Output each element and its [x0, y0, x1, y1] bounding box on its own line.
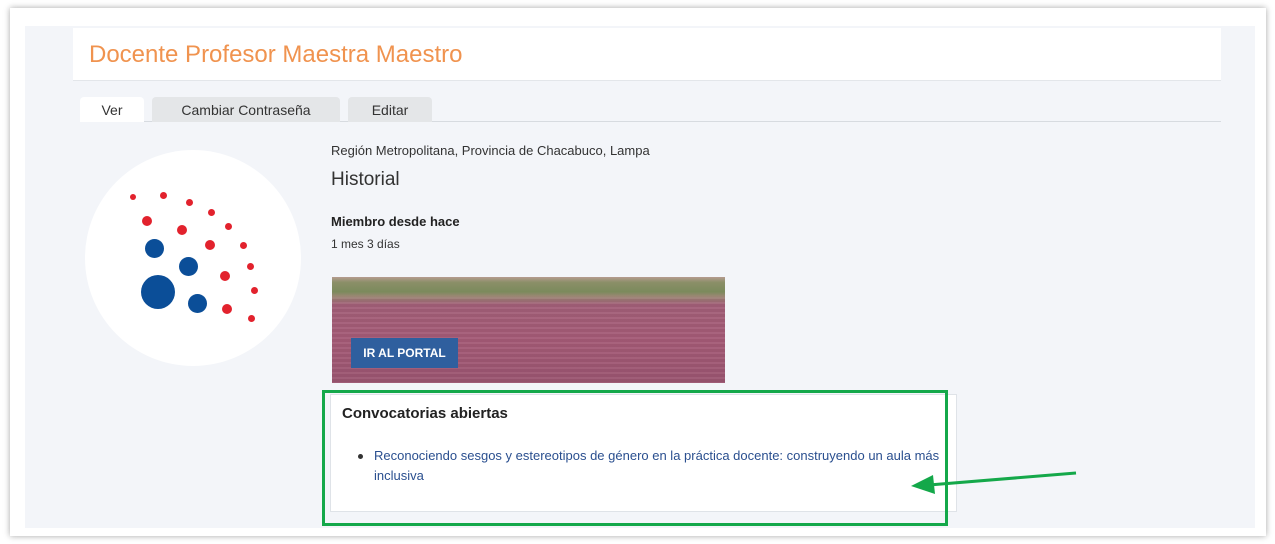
- arrow-left-icon: [911, 471, 1077, 494]
- page-title: Docente Profesor Maestra Maestro: [89, 41, 463, 68]
- history-heading: Historial: [331, 169, 400, 190]
- highlight-box: [322, 390, 948, 526]
- avatar: [85, 150, 301, 366]
- tab-ver[interactable]: Ver: [80, 97, 144, 122]
- dot-pattern-logo-icon: [85, 150, 301, 366]
- portal-banner[interactable]: IR AL PORTAL: [332, 277, 725, 383]
- tab-cambiar-contrasena[interactable]: Cambiar Contraseña: [152, 97, 340, 122]
- title-bar: Docente Profesor Maestra Maestro: [73, 28, 1221, 81]
- member-since-label: Miembro desde hace: [331, 214, 460, 229]
- tab-editar[interactable]: Editar: [348, 97, 432, 122]
- location-text: Región Metropolitana, Provincia de Chaca…: [331, 143, 650, 158]
- member-since-value: 1 mes 3 días: [331, 237, 400, 251]
- go-to-portal-button[interactable]: IR AL PORTAL: [351, 338, 458, 368]
